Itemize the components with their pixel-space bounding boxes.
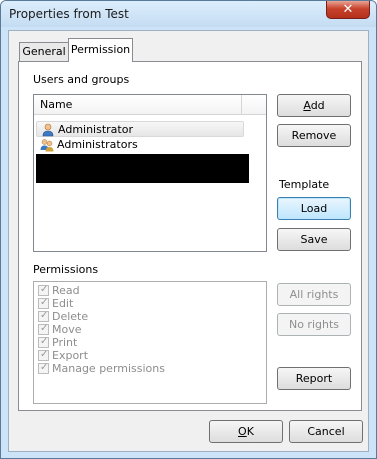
redacted-area: [36, 154, 249, 183]
close-button[interactable]: ✕: [326, 1, 370, 19]
dialog-body: General Permission Users and groups Name…: [8, 30, 369, 452]
add-button[interactable]: Add: [277, 94, 351, 117]
title-bar[interactable]: Properties from Test ✕: [1, 1, 376, 27]
tab-general-label: General: [22, 45, 66, 58]
list-item[interactable]: Administrators: [36, 137, 244, 153]
users-groups-label: Users and groups: [33, 73, 130, 86]
ok-button[interactable]: OK: [209, 420, 283, 443]
remove-button[interactable]: Remove: [277, 124, 351, 147]
list-item-label: Administrator: [58, 123, 133, 136]
checkbox: [38, 283, 49, 296]
close-icon: ✕: [342, 2, 354, 17]
group-icon: [40, 139, 54, 152]
tab-permission[interactable]: Permission: [68, 38, 133, 62]
checkbox: [38, 309, 49, 322]
tab-general[interactable]: General: [19, 42, 69, 61]
user-icon: [42, 123, 54, 137]
all-rights-button[interactable]: All rights: [277, 283, 351, 306]
save-button[interactable]: Save: [277, 228, 351, 251]
window-title: Properties from Test: [9, 7, 129, 21]
checkbox: [38, 361, 49, 374]
cancel-button[interactable]: Cancel: [289, 420, 363, 443]
template-label: Template: [279, 178, 330, 191]
checkbox: [38, 348, 49, 361]
no-rights-button[interactable]: No rights: [277, 313, 351, 336]
users-groups-list[interactable]: Name Administrator Administrators: [33, 94, 267, 252]
tab-permission-label: Permission: [70, 43, 131, 56]
checkbox: [38, 322, 49, 335]
list-item[interactable]: Administrator: [36, 121, 244, 137]
permissions-list: Read Edit Delete Move Print Export Manag…: [33, 281, 267, 404]
permission-tab-panel: Users and groups Name Administrator Admi…: [18, 61, 362, 411]
checkbox: [38, 296, 49, 309]
list-item-label: Administrators: [57, 138, 138, 151]
properties-dialog: Properties from Test ✕ General Permissio…: [0, 0, 377, 459]
checkbox: [38, 335, 49, 348]
report-button[interactable]: Report: [277, 367, 351, 390]
list-header: Name: [34, 95, 266, 115]
name-column-header[interactable]: Name: [34, 95, 242, 115]
permissions-label: Permissions: [33, 263, 99, 276]
load-button[interactable]: Load: [277, 197, 351, 220]
